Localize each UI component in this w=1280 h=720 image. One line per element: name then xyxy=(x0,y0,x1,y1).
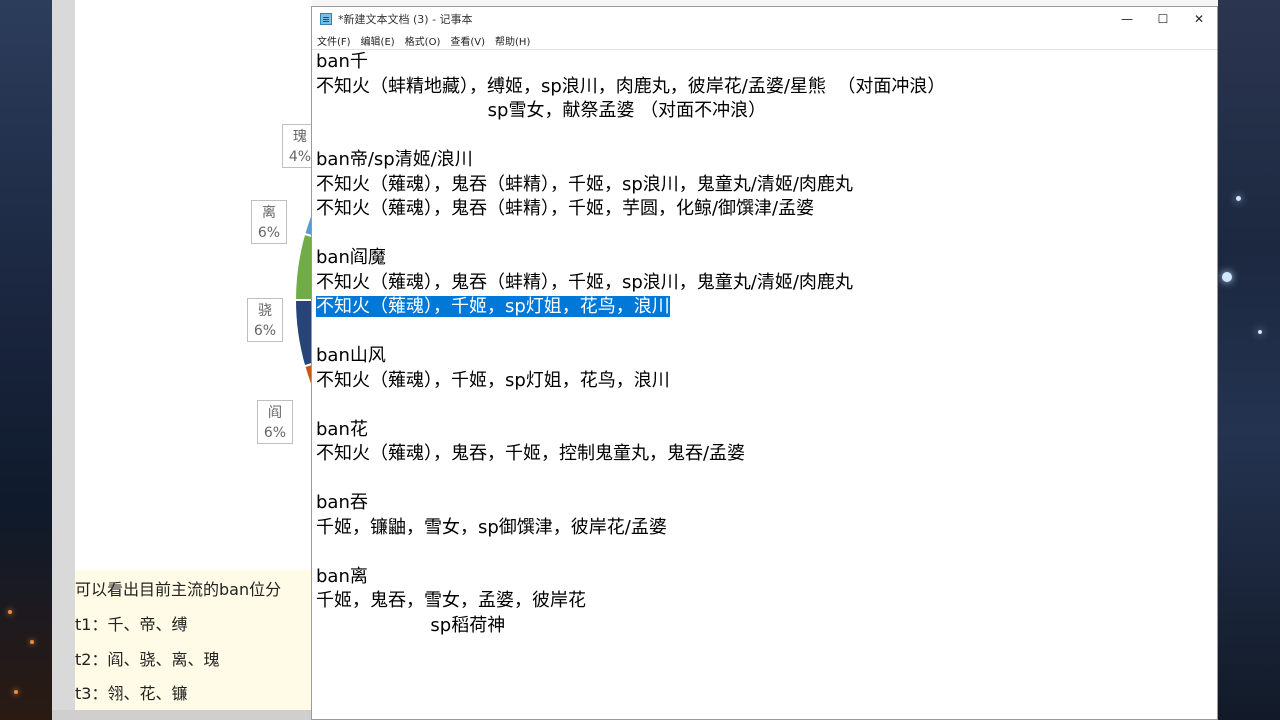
notepad-icon xyxy=(320,13,332,25)
text-line[interactable]: ban离 xyxy=(316,565,368,589)
text-line[interactable]: sp稻荷神 xyxy=(316,614,505,638)
horizontal-scrollbar[interactable] xyxy=(52,710,312,720)
menu-view[interactable]: 查看(V) xyxy=(445,33,490,48)
pie-label-yan: 阎 6% xyxy=(257,400,293,444)
pie-label-xiao: 骁 6% xyxy=(247,298,283,342)
text-line[interactable]: 不知火（薙魂），鬼吞，千姬，控制鬼童丸，鬼吞/孟婆 xyxy=(316,442,745,466)
light-decoration xyxy=(1258,330,1262,334)
text-line[interactable]: ban吞 xyxy=(316,491,368,515)
menu-bar: 文件(F) 编辑(E) 格式(O) 查看(V) 帮助(H) xyxy=(312,31,535,49)
text-line[interactable]: ban山风 xyxy=(316,344,386,368)
light-decoration xyxy=(1222,272,1232,282)
menu-help[interactable]: 帮助(H) xyxy=(490,33,535,48)
minimize-button[interactable]: — xyxy=(1109,7,1145,31)
menu-format[interactable]: 格式(O) xyxy=(400,33,446,48)
summary-line: t2：阎、骁、离、瑰 xyxy=(75,650,220,669)
spark-decoration xyxy=(8,610,12,614)
pie-chart xyxy=(293,208,312,392)
pie-label-li: 离 6% xyxy=(251,200,287,244)
desktop-background-right xyxy=(1218,0,1280,720)
text-line[interactable]: sp雪女，献祭孟婆 （对面不冲浪） xyxy=(316,99,767,123)
selected-text-line[interactable]: 不知火（薙魂），千姬，sp灯姐，花鸟，浪川 xyxy=(316,295,670,319)
window-title: *新建文本文档 (3) - 记事本 xyxy=(338,13,473,26)
text-line[interactable]: ban帝/sp清姬/浪川 xyxy=(316,148,473,172)
close-button[interactable]: ✕ xyxy=(1181,7,1217,31)
text-line[interactable]: 不知火（蚌精地藏），缚姬，sp浪川，肉鹿丸，彼岸花/孟婆/星熊 （对面冲浪） xyxy=(316,75,945,99)
menu-file[interactable]: 文件(F) xyxy=(312,33,356,48)
text-line[interactable]: ban阎魔 xyxy=(316,246,386,270)
text-line[interactable]: 不知火（薙魂），千姬，sp灯姐，花鸟，浪川 xyxy=(316,369,670,393)
chart-canvas: 魏3% 瑰4% 离6% 骁6% 阎6% xyxy=(75,0,341,570)
text-selection[interactable]: 不知火（薙魂），千姬，sp灯姐，花鸟，浪川 xyxy=(316,296,670,317)
maximize-button[interactable]: ☐ xyxy=(1145,7,1181,31)
text-editor[interactable]: ban千 不知火（蚌精地藏），缚姬，sp浪川，肉鹿丸，彼岸花/孟婆/星熊 （对面… xyxy=(312,49,1217,720)
doc-summary: 可以看出目前主流的ban位分 t1：千、帝、缚 t2：阎、骁、离、瑰 t3：翎、… xyxy=(75,570,335,710)
text-line[interactable]: 千姬，鬼吞，雪女，孟婆，彼岸花 xyxy=(316,589,586,613)
spark-decoration xyxy=(14,690,18,694)
text-line[interactable]: 不知火（薙魂），鬼吞（蚌精），千姬，sp浪川，鬼童丸/清姬/肉鹿丸 xyxy=(316,271,853,295)
summary-line: 可以看出目前主流的ban位分 xyxy=(75,580,282,599)
summary-line: t1：千、帝、缚 xyxy=(75,615,188,634)
text-line[interactable]: 不知火（薙魂），鬼吞（蚌精），千姬，芋圆，化鲸/御馔津/孟婆 xyxy=(316,197,814,221)
menu-edit[interactable]: 编辑(E) xyxy=(356,33,400,48)
text-line[interactable]: 不知火（薙魂），鬼吞（蚌精），千姬，sp浪川，鬼童丸/清姬/肉鹿丸 xyxy=(316,173,853,197)
pie-slice xyxy=(293,299,312,368)
text-line[interactable]: ban花 xyxy=(316,418,368,442)
spark-decoration xyxy=(30,640,34,644)
summary-line: t3：翎、花、镰 xyxy=(75,684,188,703)
title-bar[interactable]: *新建文本文档 (3) - 记事本 — ☐ ✕ xyxy=(312,7,1217,31)
light-decoration xyxy=(1236,196,1241,201)
text-line[interactable]: ban千 xyxy=(316,50,368,74)
text-line[interactable]: 千姬，镰鼬，雪女，sp御馔津，彼岸花/孟婆 xyxy=(316,516,667,540)
notepad-window: *新建文本文档 (3) - 记事本 — ☐ ✕ 文件(F) 编辑(E) 格式(O… xyxy=(311,6,1218,720)
desktop-background-left xyxy=(0,0,52,720)
pie-slice xyxy=(293,232,312,301)
